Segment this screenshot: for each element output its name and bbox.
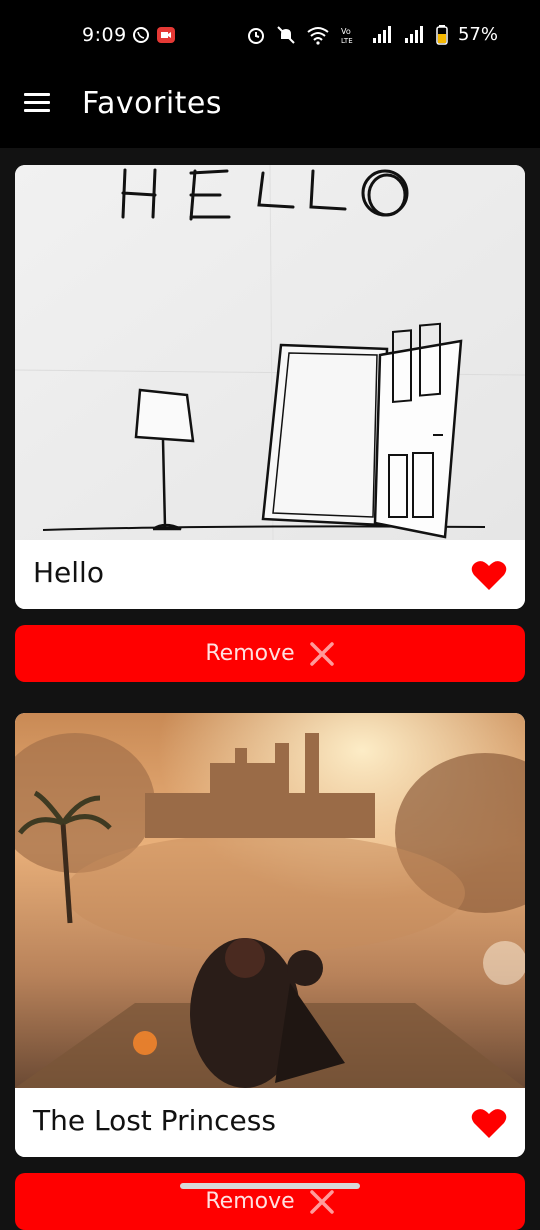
favorite-card-footer: Hello — [15, 540, 525, 609]
favorite-title: The Lost Princess — [33, 1104, 276, 1137]
whatsapp-icon — [133, 27, 149, 43]
hamburger-menu-icon[interactable] — [24, 93, 50, 113]
mute-icon — [277, 25, 295, 44]
screen-record-icon — [157, 27, 175, 43]
remove-label: Remove — [205, 641, 295, 666]
favorite-card-footer: The Lost Princess — [15, 1088, 525, 1157]
battery-percentage: 57% — [457, 24, 498, 45]
favorite-cover-image — [15, 165, 525, 540]
remove-button[interactable]: Remove — [15, 1173, 525, 1230]
svg-text:Vo: Vo — [341, 27, 351, 36]
status-time: 9:09 — [82, 24, 127, 46]
remove-label: Remove — [205, 1189, 295, 1214]
volte-icon: Vo LTE — [341, 27, 353, 45]
heart-icon[interactable] — [471, 558, 507, 592]
remove-button[interactable]: Remove — [15, 625, 525, 682]
signal-icon — [372, 25, 391, 43]
page-title: Favorites — [82, 86, 223, 121]
heart-icon[interactable] — [471, 1106, 507, 1140]
alarm-icon — [247, 27, 264, 44]
favorite-cover-image — [15, 713, 525, 1088]
signal-icon — [404, 25, 423, 43]
battery-icon — [436, 24, 448, 45]
wifi-icon — [307, 26, 329, 45]
favorite-title: Hello — [33, 556, 104, 589]
app-bar: Favorites — [0, 72, 540, 148]
close-icon — [309, 1189, 334, 1214]
status-right-icons: Vo LTE 57% — [246, 24, 498, 45]
favorite-card[interactable]: Hello — [15, 165, 525, 609]
svg-text:LTE: LTE — [341, 37, 353, 45]
close-icon — [309, 641, 334, 666]
favorite-card[interactable]: The Lost Princess — [15, 713, 525, 1157]
status-left-icons — [132, 26, 176, 44]
home-indicator[interactable] — [180, 1183, 360, 1189]
status-bar: 9:09 Vo LTE 57% — [0, 0, 540, 72]
